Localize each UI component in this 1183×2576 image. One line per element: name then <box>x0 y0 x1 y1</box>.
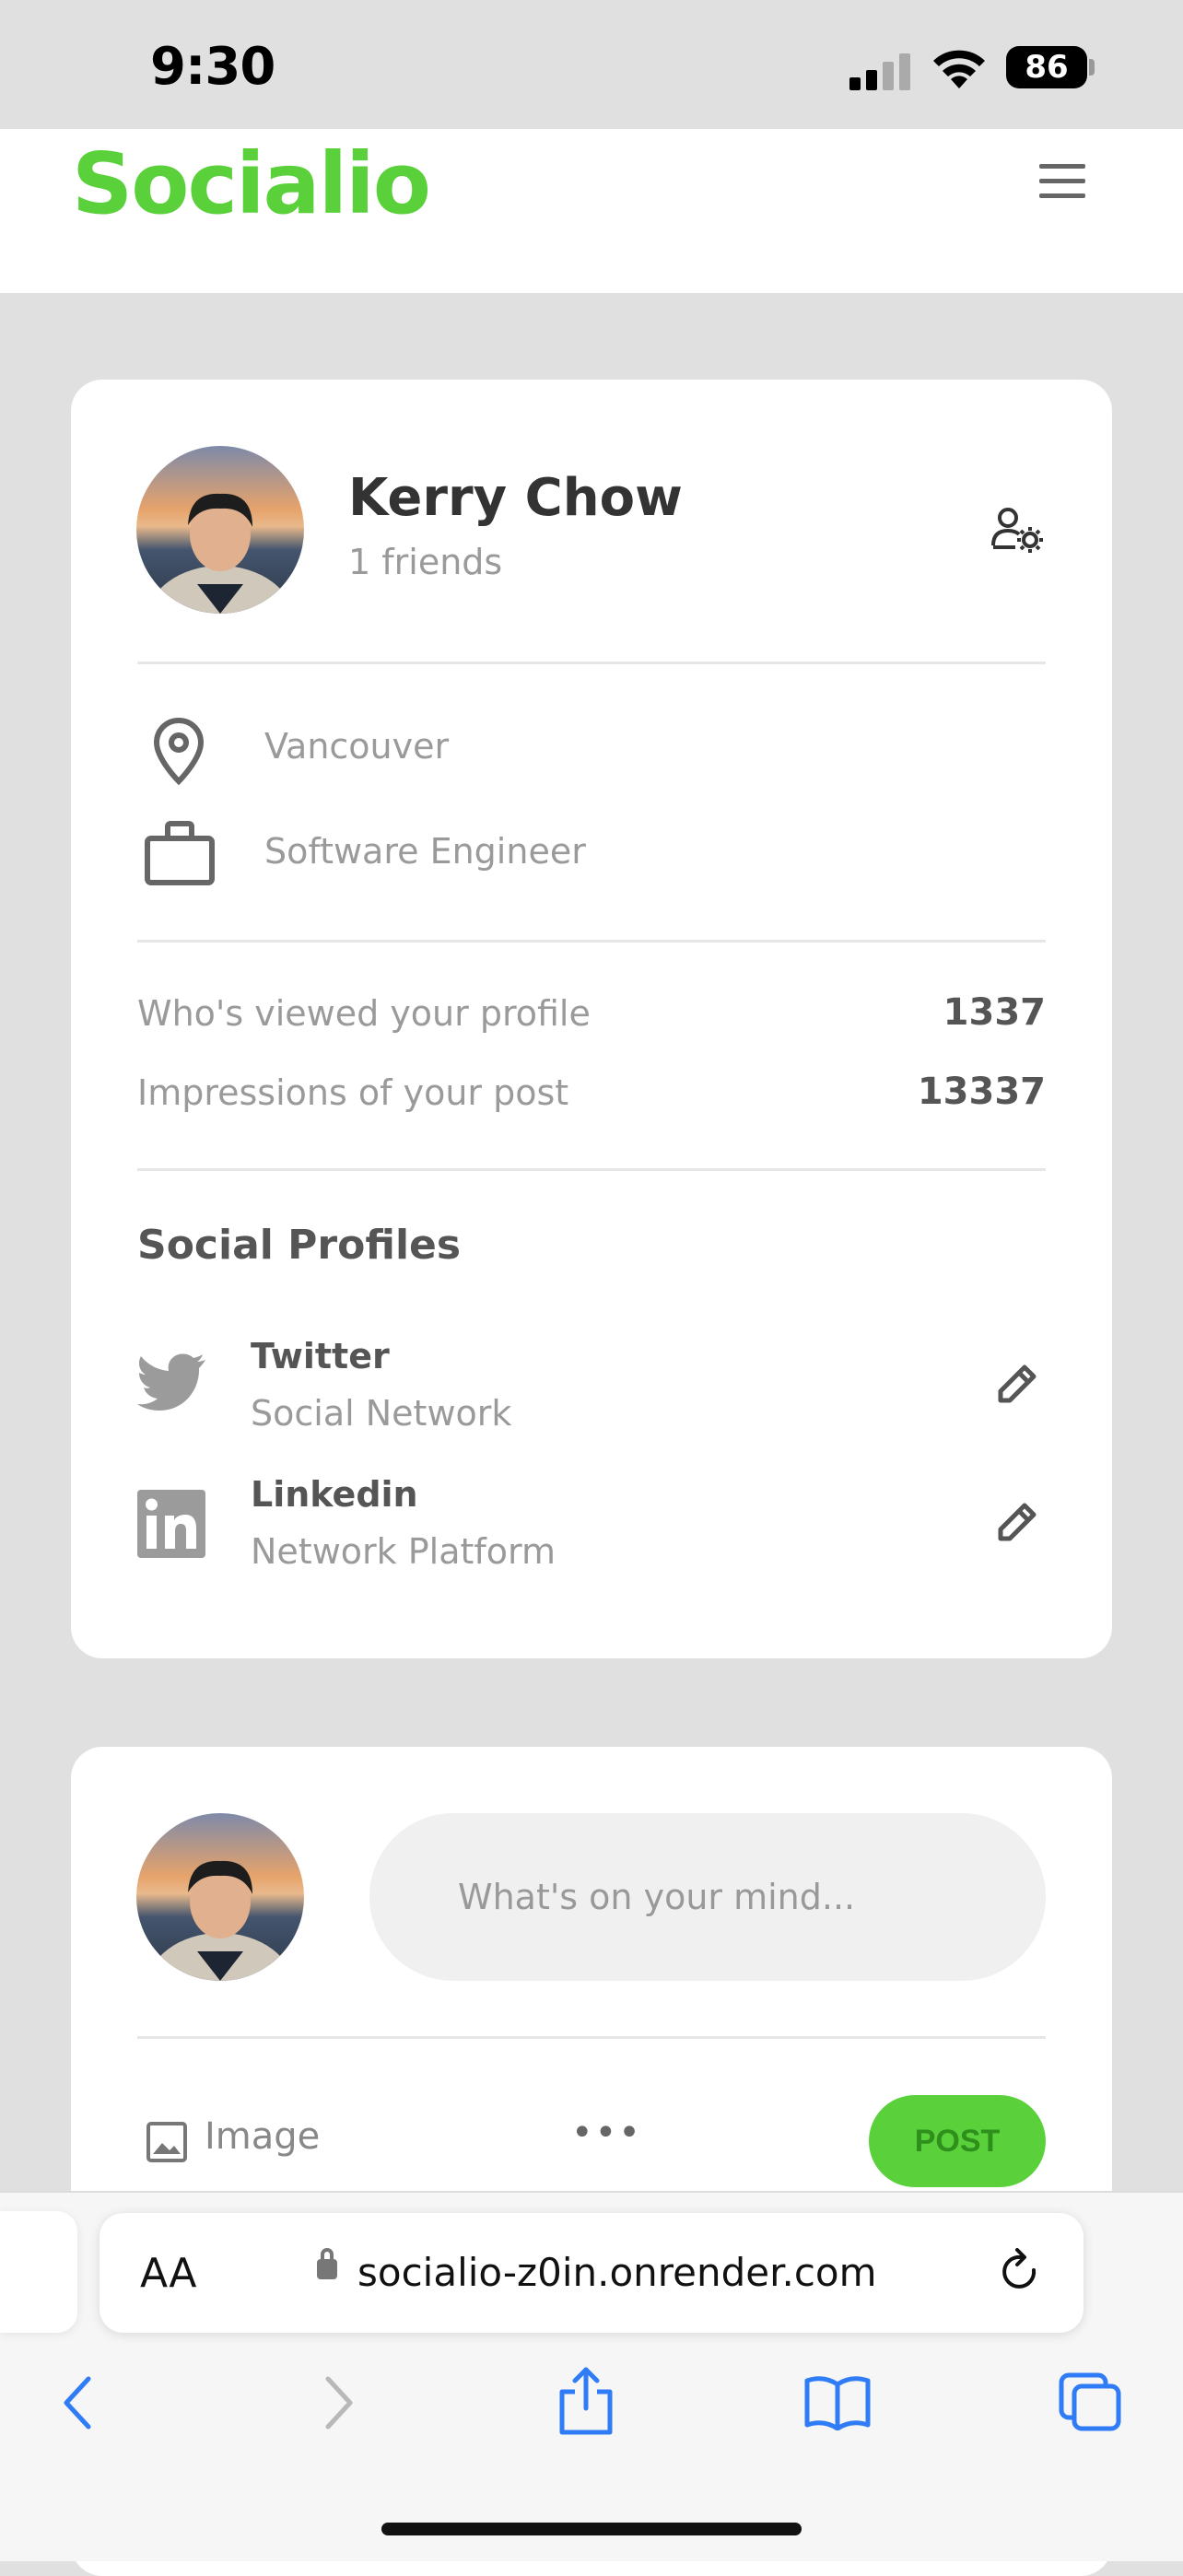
occupation-text: Software Engineer <box>264 831 586 872</box>
divider <box>137 662 1046 664</box>
battery-icon: 86 <box>1006 46 1087 88</box>
wifi-icon <box>933 50 985 88</box>
manage-user-icon[interactable] <box>991 507 1045 553</box>
person-photo-icon <box>146 493 294 614</box>
briefcase-icon <box>145 821 215 885</box>
profile-views-label: Who's viewed your profile <box>137 993 591 1034</box>
avatar[interactable] <box>136 1813 304 1981</box>
divider <box>137 1168 1046 1171</box>
linkedin-subtitle: Network Platform <box>251 1531 556 1572</box>
avatar[interactable] <box>136 446 304 614</box>
hamburger-menu-icon[interactable] <box>1039 164 1085 199</box>
impressions-label: Impressions of your post <box>137 1072 569 1113</box>
linkedin-name[interactable]: Linkedin <box>251 1474 418 1515</box>
profile-views-value: 1337 <box>943 991 1046 1034</box>
edit-pencil-icon[interactable] <box>995 1498 1041 1544</box>
image-icon[interactable] <box>146 2121 188 2163</box>
profile-name[interactable]: Kerry Chow <box>348 468 683 528</box>
post-input[interactable]: What's on your mind... <box>369 1813 1046 1981</box>
url-text[interactable]: socialio-z0in.onrender.com <box>357 2250 877 2295</box>
divider <box>137 940 1046 943</box>
friends-count: 1 friends <box>348 542 503 582</box>
divider <box>137 2036 1046 2039</box>
reader-options-button[interactable]: AA <box>140 2250 196 2297</box>
social-profiles-title: Social Profiles <box>137 1222 462 1269</box>
edit-pencil-icon[interactable] <box>995 1360 1041 1406</box>
bookmarks-icon[interactable] <box>803 2375 872 2430</box>
previous-tab-preview[interactable] <box>0 2211 77 2333</box>
status-time: 9:30 <box>150 37 275 97</box>
lock-icon <box>317 2259 337 2279</box>
twitter-subtitle: Social Network <box>251 1393 512 1434</box>
reload-icon[interactable] <box>997 2248 1043 2298</box>
location-pin-icon <box>153 717 205 785</box>
twitter-icon <box>137 1353 205 1411</box>
person-photo-icon <box>146 1860 294 1981</box>
location-text: Vancouver <box>264 726 450 767</box>
image-button-label[interactable]: Image <box>205 2115 320 2158</box>
impressions-value: 13337 <box>917 1071 1046 1113</box>
forward-arrow-icon[interactable] <box>321 2375 357 2430</box>
cellular-signal-icon <box>849 53 910 90</box>
more-options-icon[interactable]: ••• <box>571 2112 642 2154</box>
tabs-icon[interactable] <box>1058 2371 1122 2432</box>
post-button[interactable]: POST <box>869 2095 1046 2187</box>
app-logo[interactable]: Socialio <box>72 135 431 233</box>
linkedin-icon <box>137 1490 205 1558</box>
share-icon[interactable] <box>556 2366 615 2436</box>
home-indicator <box>381 2523 802 2535</box>
twitter-name[interactable]: Twitter <box>251 1336 390 1376</box>
battery-tip <box>1089 59 1095 76</box>
back-arrow-icon[interactable] <box>59 2375 96 2430</box>
